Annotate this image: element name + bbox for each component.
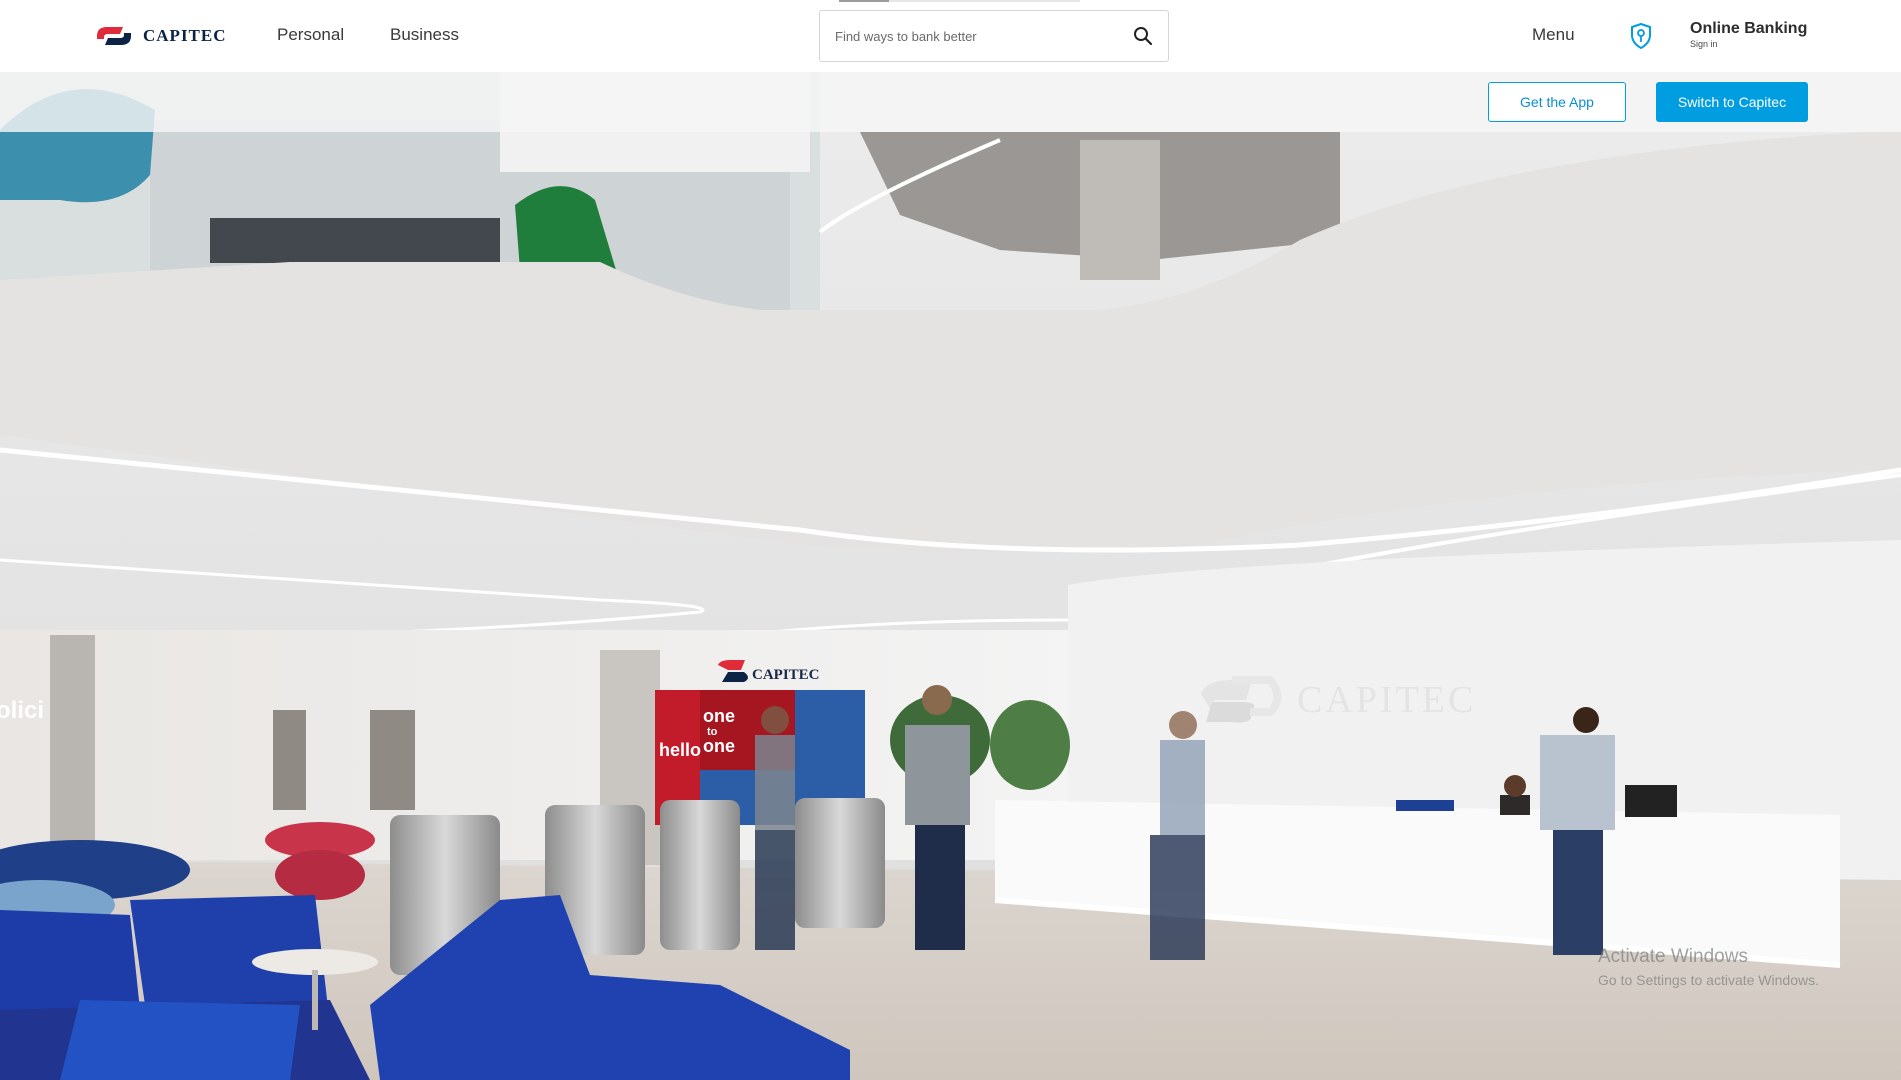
shield-icon[interactable] xyxy=(1630,23,1652,49)
nav-personal[interactable]: Personal xyxy=(277,25,344,45)
activate-windows-watermark: Activate Windows Go to Settings to activ… xyxy=(1598,946,1819,988)
nav-business[interactable]: Business xyxy=(390,25,459,45)
search-input[interactable] xyxy=(820,11,1118,61)
screen-hello-text: hello xyxy=(659,740,701,760)
screen-word-1: one xyxy=(703,706,735,726)
get-app-button[interactable]: Get the App xyxy=(1488,82,1626,122)
wall-logo-text: CAPITEC xyxy=(1297,679,1476,721)
online-banking-title: Online Banking xyxy=(1690,20,1808,37)
activate-windows-subtitle: Go to Settings to activate Windows. xyxy=(1598,972,1819,988)
search-box xyxy=(819,10,1169,62)
screen-word-3: one xyxy=(703,736,735,756)
branch-sign-text: CAPITEC xyxy=(752,667,820,683)
wall-fragment-text: olici xyxy=(0,697,44,724)
action-strip: Get the App Switch to Capitec xyxy=(0,72,1901,132)
menu-link[interactable]: Menu xyxy=(1532,25,1575,45)
brand-name: CAPITEC xyxy=(143,26,227,45)
top-navigation: CAPITEC Personal Business Menu Online Ba… xyxy=(0,0,1901,72)
tab-indicator xyxy=(839,0,1080,2)
activate-windows-title: Activate Windows xyxy=(1598,946,1748,967)
search-icon xyxy=(1134,27,1153,46)
online-banking-link[interactable]: Online Banking Sign in xyxy=(1690,20,1807,50)
capitec-logo[interactable]: CAPITEC xyxy=(95,24,227,48)
search-button[interactable] xyxy=(1118,11,1168,61)
hero-image: CAPITEC CAPITEC olici one to one hello xyxy=(0,72,1901,1080)
capitec-logo-icon xyxy=(97,27,131,45)
tab-indicator-active xyxy=(839,0,889,2)
online-banking-subtitle: Sign in xyxy=(1690,39,1718,49)
switch-to-capitec-button[interactable]: Switch to Capitec xyxy=(1656,82,1808,122)
